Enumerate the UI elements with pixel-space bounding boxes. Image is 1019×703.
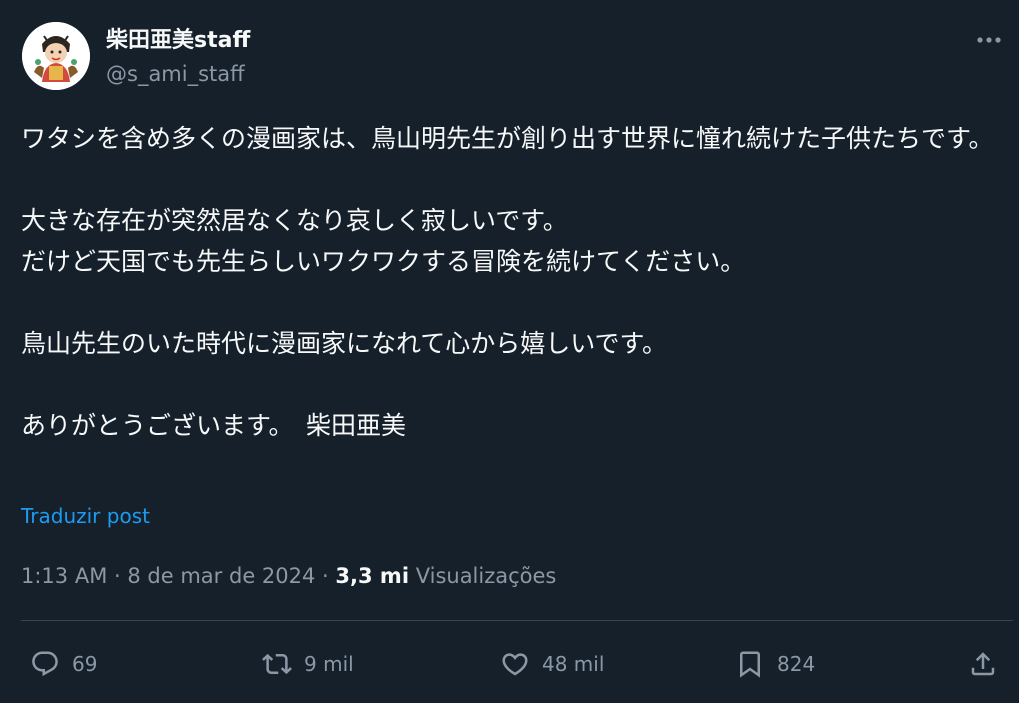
reply-button[interactable]: 69	[26, 644, 97, 684]
avatar[interactable]	[22, 22, 90, 90]
author-name[interactable]: 柴田亜美staff	[106, 27, 250, 55]
tweet-meta: 1:13 AM · 8 de mar de 2024 · 3,3 mi Visu…	[21, 561, 556, 591]
bookmark-button[interactable]: 824	[731, 644, 815, 684]
tweet-paragraph: 鳥山先生のいた時代に漫画家になれて心から嬉しいです。	[21, 329, 668, 358]
bookmark-count: 824	[777, 652, 816, 676]
tweet-time[interactable]: 1:13 AM	[21, 564, 107, 588]
share-upload-icon	[964, 645, 1002, 683]
retweet-count: 9 mil	[304, 652, 354, 676]
views-label: Visualizações	[415, 564, 557, 588]
meta-separator: ·	[322, 564, 329, 588]
tweet-paragraph: ありがとうございます。 柴田亜美	[21, 411, 407, 440]
retweet-button[interactable]: 9 mil	[258, 644, 354, 684]
views-count[interactable]: 3,3 mi	[335, 564, 409, 588]
reply-count: 69	[72, 652, 98, 676]
heart-icon	[496, 645, 534, 683]
author-handle[interactable]: @s_ami_staff	[106, 60, 245, 88]
divider	[21, 620, 1013, 621]
tweet-date[interactable]: 8 de mar de 2024	[127, 564, 315, 588]
reply-bubble-icon	[26, 645, 64, 683]
translate-post-link[interactable]: Traduzir post	[21, 502, 150, 530]
meta-separator: ·	[114, 564, 121, 588]
more-horizontal-icon	[977, 37, 1001, 43]
like-button[interactable]: 48 mil	[496, 644, 604, 684]
bookmark-icon	[731, 645, 769, 683]
like-count: 48 mil	[542, 652, 605, 676]
tweet-paragraph: ワタシを含め多くの漫画家は、鳥山明先生が創り出す世界に憧れ続けた子供たちです。	[21, 124, 994, 153]
retweet-icon	[258, 645, 296, 683]
avatar-illustration	[22, 22, 90, 90]
share-button[interactable]	[964, 644, 1010, 684]
tweet-paragraph: 大きな存在が突然居なくなり哀しく寂しいです。 だけど天国でも先生らしいワクワクす…	[21, 206, 746, 276]
more-options-button[interactable]	[971, 24, 1007, 56]
tweet-text: ワタシを含め多くの漫画家は、鳥山明先生が創り出す世界に憧れ続けた子供たちです。 …	[21, 118, 1011, 446]
